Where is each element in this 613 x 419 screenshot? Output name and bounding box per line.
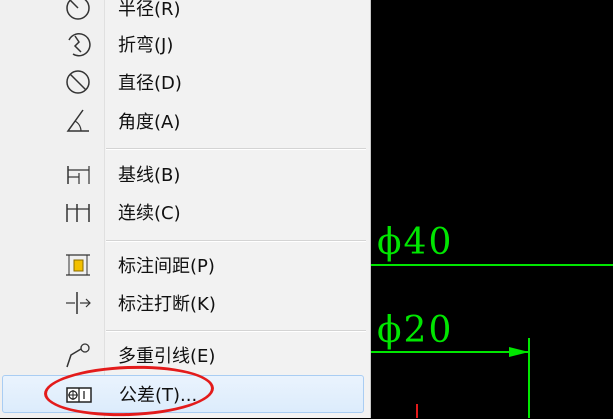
diameter-icon — [62, 67, 94, 97]
menu-item-label: 标注间距(P) — [118, 256, 215, 277]
jogged-icon — [62, 29, 94, 59]
multileader-icon — [62, 340, 94, 370]
menu-item-label: 基线(B) — [118, 165, 181, 186]
menu-item-baseline[interactable]: 基线(B) — [2, 155, 364, 193]
menu-item-jogged[interactable]: 折弯(J) — [2, 25, 364, 63]
dimension-menu: 半径(R) 折弯(J) 直径(D) 角度(A) 基线(B) 连续(C) 标注间距… — [0, 0, 371, 419]
dimension-space-icon — [62, 250, 94, 280]
menu-item-label: 多重引线(E) — [118, 346, 216, 367]
menu-item-multileader[interactable]: 多重引线(E) — [2, 336, 364, 374]
menu-separator — [106, 240, 366, 242]
menu-item-label: 角度(A) — [118, 112, 181, 133]
menu-separator — [106, 330, 366, 332]
menu-item-label: 直径(D) — [118, 73, 182, 94]
dimension-text-phi20: ϕ20 — [377, 310, 454, 351]
menu-item-label: 半径(R) — [118, 0, 181, 20]
menu-item-continue[interactable]: 连续(C) — [2, 193, 364, 231]
continue-icon — [62, 197, 94, 227]
menu-item-radius[interactable]: 半径(R) — [2, 0, 364, 27]
menu-item-angle[interactable]: 角度(A) — [2, 102, 364, 140]
radius-icon — [62, 0, 94, 23]
menu-item-label: 连续(C) — [118, 203, 181, 224]
menu-item-dimension-break[interactable]: 标注打断(K) — [2, 284, 364, 322]
drawing-canvas[interactable]: ϕ40 ϕ20 — [371, 0, 613, 418]
baseline-icon — [62, 159, 94, 189]
menu-item-label: 折弯(J) — [118, 35, 174, 56]
dimension-lines — [371, 264, 613, 418]
menu-item-label: 标注打断(K) — [118, 294, 216, 315]
angle-icon — [62, 106, 94, 136]
menu-separator — [106, 148, 366, 150]
menu-item-diameter[interactable]: 直径(D) — [2, 63, 364, 101]
menu-item-dimension-space[interactable]: 标注间距(P) — [2, 246, 364, 284]
dimension-break-icon — [62, 288, 94, 318]
